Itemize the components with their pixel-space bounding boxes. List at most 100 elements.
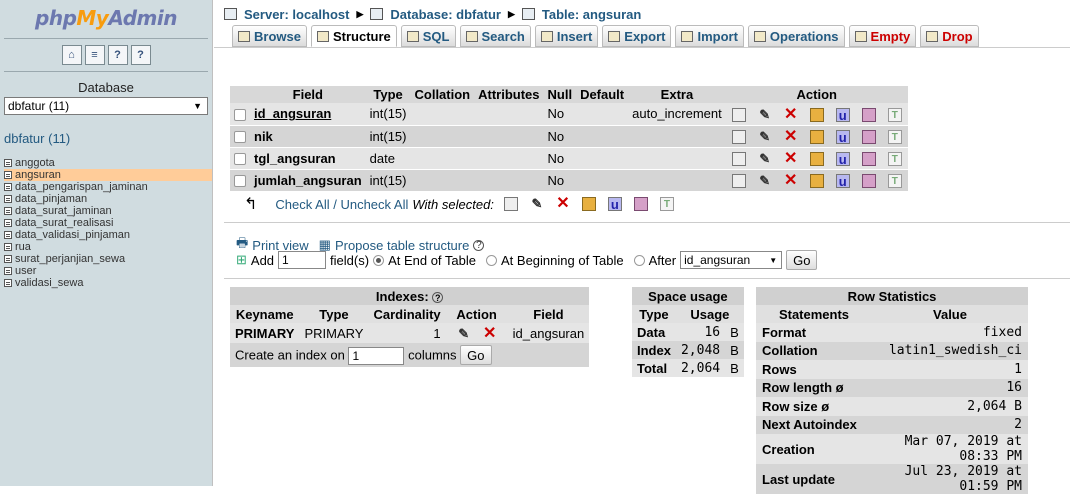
help-icon[interactable]: ?: [473, 239, 485, 251]
tab-browse[interactable]: Browse: [232, 25, 307, 47]
tab-import[interactable]: Import: [675, 25, 744, 47]
at-end-radio[interactable]: [373, 254, 385, 266]
browse-icon[interactable]: [731, 151, 746, 166]
after-field-select[interactable]: id_angsuran ▼: [680, 251, 783, 269]
row-checkbox[interactable]: [234, 175, 246, 188]
tab-operations[interactable]: Operations: [747, 25, 845, 47]
tab-export[interactable]: Export: [602, 25, 672, 47]
tab-insert[interactable]: Insert: [534, 25, 599, 47]
drop-icon[interactable]: ✕: [483, 325, 497, 341]
drop-icon[interactable]: ✕: [784, 172, 798, 188]
row-checkbox[interactable]: [234, 131, 246, 144]
browse-icon[interactable]: [731, 173, 746, 188]
index-icon[interactable]: [633, 197, 648, 211]
index-icon[interactable]: [861, 107, 876, 122]
primary-key-icon[interactable]: [809, 173, 824, 188]
breadcrumb-server[interactable]: Server: localhost: [244, 7, 350, 22]
drop-icon[interactable]: ✕: [784, 106, 798, 122]
after-radio[interactable]: [633, 254, 645, 266]
drop-icon[interactable]: ✕: [784, 128, 798, 144]
index-icon[interactable]: [861, 173, 876, 188]
edit-pencil-icon[interactable]: ✎: [758, 173, 772, 188]
sidebar-table-data-pengarispan-jaminan[interactable]: data_pengarispan_jaminan: [4, 181, 212, 193]
tab-structure[interactable]: Structure: [310, 25, 397, 47]
unique-icon[interactable]: u: [835, 107, 850, 122]
index-icon[interactable]: [861, 151, 876, 166]
create-index-count-input[interactable]: 1: [348, 346, 405, 365]
table-icon[interactable]: [4, 219, 12, 227]
tab-search[interactable]: Search: [459, 25, 531, 47]
edit-pencil-icon[interactable]: ✎: [758, 151, 772, 166]
database-select[interactable]: dbfatur (11) ▼: [4, 97, 208, 115]
browse-icon[interactable]: [503, 197, 518, 211]
tab-empty[interactable]: Empty: [848, 25, 917, 47]
help-icon[interactable]: ?: [432, 292, 444, 303]
sidebar-table-data-pinjaman[interactable]: data_pinjaman: [4, 193, 212, 205]
edit-pencil-icon[interactable]: ✎: [457, 326, 471, 341]
phpmyadmin-logo[interactable]: phpMyAdmin: [0, 0, 212, 38]
at-beginning-radio[interactable]: [486, 254, 497, 266]
rowstats-header-value: Value: [872, 305, 1028, 323]
cell-field[interactable]: tgl_angsuran: [250, 147, 366, 170]
current-database-link[interactable]: dbfatur (11): [4, 131, 212, 146]
sidebar-table-rua[interactable]: rua: [4, 241, 212, 253]
unique-icon[interactable]: u: [835, 173, 850, 188]
table-icon[interactable]: [4, 183, 12, 191]
table-icon[interactable]: [4, 243, 12, 251]
sidebar-table-surat-perjanjian-sewa[interactable]: surat_perjanjian_sewa: [4, 253, 212, 265]
primary-key-icon[interactable]: [809, 107, 824, 122]
row-checkbox[interactable]: [234, 108, 246, 121]
table-icon[interactable]: [4, 195, 12, 203]
sidebar-table-data-surat-realisasi[interactable]: data_surat_realisasi: [4, 217, 212, 229]
breadcrumb-table[interactable]: Table: angsuran: [542, 7, 641, 22]
add-field-count-input[interactable]: 1: [278, 251, 327, 269]
table-icon[interactable]: [4, 255, 12, 263]
unique-icon[interactable]: u: [835, 151, 850, 166]
fulltext-icon[interactable]: T: [887, 173, 902, 188]
fulltext-icon[interactable]: T: [659, 197, 674, 211]
index-icon[interactable]: [861, 129, 876, 144]
drop-icon[interactable]: ✕: [556, 196, 570, 212]
row-checkbox[interactable]: [234, 153, 246, 166]
fulltext-icon[interactable]: T: [887, 129, 902, 144]
sql-query-icon[interactable]: ≡: [84, 45, 105, 65]
table-icon[interactable]: [4, 279, 12, 287]
tab-drop[interactable]: Drop: [920, 25, 979, 47]
table-icon[interactable]: [4, 231, 12, 239]
tab-sql[interactable]: SQL: [400, 25, 456, 47]
fulltext-icon[interactable]: T: [887, 151, 902, 166]
primary-key-icon[interactable]: [581, 197, 596, 211]
cell-field[interactable]: jumlah_angsuran: [250, 169, 366, 192]
add-go-button[interactable]: Go: [786, 250, 818, 270]
home-icon[interactable]: ⌂: [61, 45, 82, 65]
breadcrumb-database[interactable]: Database: dbfatur: [390, 7, 501, 22]
sidebar-table-validasi-sewa[interactable]: validasi_sewa: [4, 277, 212, 289]
table-icon[interactable]: [4, 207, 12, 215]
sidebar-table-data-surat-jaminan[interactable]: data_surat_jaminan: [4, 205, 212, 217]
unique-icon[interactable]: u: [607, 197, 622, 212]
browse-icon[interactable]: [731, 129, 746, 144]
edit-pencil-icon[interactable]: ✎: [530, 197, 544, 211]
edit-pencil-icon[interactable]: ✎: [758, 107, 772, 122]
edit-pencil-icon[interactable]: ✎: [758, 129, 772, 144]
create-index-go-button[interactable]: Go: [460, 345, 492, 365]
table-icon[interactable]: [4, 159, 12, 167]
table-icon[interactable]: [4, 171, 12, 179]
primary-key-icon[interactable]: [809, 129, 824, 144]
unique-icon[interactable]: u: [835, 129, 850, 144]
documentation-icon[interactable]: ?: [107, 45, 128, 65]
check-all-link[interactable]: Check All: [275, 197, 329, 212]
sidebar-table-data-validasi-pinjaman[interactable]: data_validasi_pinjaman: [4, 229, 212, 241]
sidebar-table-anggota[interactable]: anggota: [4, 157, 212, 169]
sidebar-table-angsuran[interactable]: angsuran: [4, 169, 212, 181]
primary-key-icon[interactable]: [809, 151, 824, 166]
fulltext-icon[interactable]: T: [887, 107, 902, 122]
cell-field[interactable]: id_angsuran: [250, 103, 366, 126]
browse-icon[interactable]: [731, 107, 746, 122]
sidebar-table-user[interactable]: user: [4, 265, 212, 277]
drop-icon[interactable]: ✕: [784, 150, 798, 166]
cell-field[interactable]: nik: [250, 125, 366, 148]
docs-icon[interactable]: ?: [130, 45, 151, 65]
table-icon[interactable]: [4, 267, 12, 275]
uncheck-all-link[interactable]: Uncheck All: [340, 197, 408, 212]
